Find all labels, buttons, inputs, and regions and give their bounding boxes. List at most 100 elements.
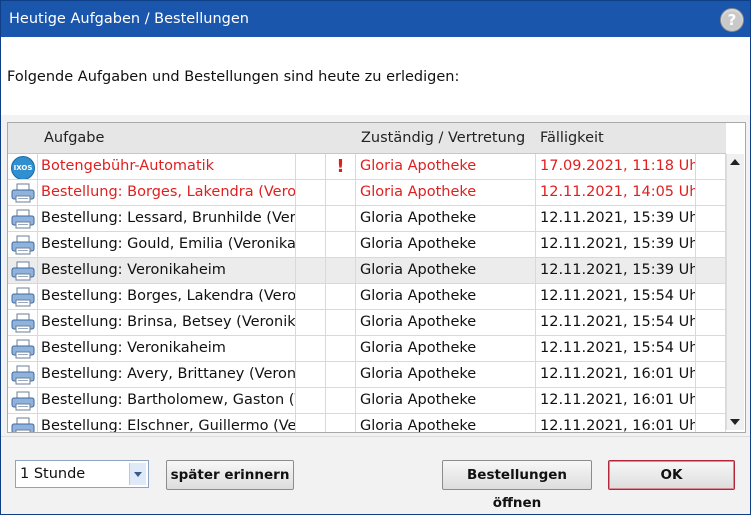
row-empty-cell xyxy=(296,232,326,257)
row-icon-cell xyxy=(8,310,38,335)
row-task: Bestellung: Avery, Brittaney (Veronikah xyxy=(38,362,296,387)
window-title: Heutige Aufgaben / Bestellungen xyxy=(9,11,249,27)
row-icon-cell xyxy=(8,258,38,283)
priority-flag-icon xyxy=(326,362,356,387)
priority-flag-icon xyxy=(326,388,356,413)
help-button[interactable]: ? xyxy=(720,8,744,32)
row-empty-cell xyxy=(296,258,326,283)
dialog-window: Heutige Aufgaben / Bestellungen ? Folgen… xyxy=(0,0,751,515)
row-due-date: 12.11.2021, 15:39 Uhr xyxy=(536,258,696,283)
row-due-date: 12.11.2021, 15:54 Uhr xyxy=(536,336,696,361)
row-icon-cell xyxy=(8,388,38,413)
row-empty-cell xyxy=(296,310,326,335)
row-empty-cell xyxy=(296,336,326,361)
table-row[interactable]: Bestellung: Veronikaheim Gloria Apotheke 1… xyxy=(8,336,726,362)
row-task: Bestellung: Elschner, Guillermo (Veron xyxy=(38,414,296,432)
footer-divider xyxy=(1,436,750,437)
row-due-date: 12.11.2021, 16:01 Uhr xyxy=(536,362,696,387)
chevron-down-icon[interactable] xyxy=(129,463,146,485)
column-header-responsible[interactable]: Zuständig / Vertretung xyxy=(361,130,525,146)
row-task: Bestellung: Brinsa, Betsey (Veronikahei xyxy=(38,310,296,335)
row-empty-cell xyxy=(296,388,326,413)
order-printer-icon xyxy=(11,287,35,307)
row-task: Bestellung: Borges, Lakendra (Veronika xyxy=(38,284,296,309)
row-responsible: Gloria Apotheke xyxy=(356,388,536,413)
table-row[interactable]: Bestellung: Avery, Brittaney (Veronikah G… xyxy=(8,362,726,388)
row-empty-cell xyxy=(696,388,726,413)
row-responsible: Gloria Apotheke xyxy=(356,284,536,309)
row-task: Bestellung: Veronikaheim xyxy=(38,258,296,283)
table-header: Aufgabe Zuständig / Vertretung Fälligkei… xyxy=(8,123,726,154)
ok-button[interactable]: OK xyxy=(608,460,735,490)
row-empty-cell xyxy=(696,336,726,361)
row-icon-cell: IXOS xyxy=(8,154,38,179)
row-empty-cell xyxy=(296,180,326,205)
order-printer-icon xyxy=(11,261,35,281)
table-row[interactable]: IXOS Botengebühr-Automatik! Gloria Apothek… xyxy=(8,154,726,180)
row-due-date: 12.11.2021, 15:54 Uhr xyxy=(536,310,696,335)
row-empty-cell xyxy=(696,180,726,205)
row-task: Bestellung: Bartholomew, Gaston (Vero xyxy=(38,388,296,413)
row-icon-cell xyxy=(8,336,38,361)
order-printer-icon xyxy=(11,365,35,385)
row-responsible: Gloria Apotheke xyxy=(356,362,536,387)
row-task: Bestellung: Lessard, Brunhilde (Veronik xyxy=(38,206,296,231)
row-empty-cell xyxy=(296,414,326,432)
table-row[interactable]: Bestellung: Lessard, Brunhilde (Veronik G… xyxy=(8,206,726,232)
table-row[interactable]: Bestellung: Elschner, Guillermo (Veron Gl… xyxy=(8,414,726,432)
order-printer-icon xyxy=(11,313,35,333)
row-responsible: Gloria Apotheke xyxy=(356,206,536,231)
row-icon-cell xyxy=(8,362,38,387)
row-due-date: 17.09.2021, 11:18 Uhr xyxy=(536,154,696,179)
scroll-up-arrow-icon[interactable] xyxy=(730,159,740,165)
row-icon-cell xyxy=(8,284,38,309)
table-row[interactable]: Bestellung: Bartholomew, Gaston (Vero Glo… xyxy=(8,388,726,414)
order-printer-icon xyxy=(11,339,35,359)
row-icon-cell xyxy=(8,206,38,231)
order-printer-icon xyxy=(11,209,35,229)
ixos-icon: IXOS xyxy=(11,156,35,179)
priority-flag-icon: ! xyxy=(326,154,356,179)
task-table: Aufgabe Zuständig / Vertretung Fälligkei… xyxy=(7,122,746,433)
row-responsible: Gloria Apotheke xyxy=(356,336,536,361)
table-row[interactable]: Bestellung: Borges, Lakendra (Veronika Gl… xyxy=(8,284,726,310)
row-due-date: 12.11.2021, 16:01 Uhr xyxy=(536,388,696,413)
table-row[interactable]: Bestellung: Brinsa, Betsey (Veronikahei G… xyxy=(8,310,726,336)
row-empty-cell xyxy=(696,206,726,231)
reminder-interval-select[interactable]: 1 Stunde xyxy=(15,460,149,488)
order-printer-icon xyxy=(11,235,35,255)
table-row[interactable]: Bestellung: Gould, Emilia (Veronikaheir G… xyxy=(8,232,726,258)
open-orders-button[interactable]: Bestellungen öffnen xyxy=(442,460,592,511)
row-empty-cell xyxy=(696,232,726,257)
order-printer-icon xyxy=(11,183,35,203)
priority-flag-icon xyxy=(326,232,356,257)
table-row[interactable]: Bestellung: Borges, Lakendra (Veronika Gl… xyxy=(8,180,726,206)
table-row[interactable]: Bestellung: Veronikaheim Gloria Apotheke 1… xyxy=(8,258,726,284)
row-icon-cell xyxy=(8,180,38,205)
row-empty-cell xyxy=(296,284,326,309)
row-due-date: 12.11.2021, 14:05 Uhr xyxy=(536,180,696,205)
row-task: Botengebühr-Automatik xyxy=(38,154,296,179)
row-empty-cell xyxy=(696,310,726,335)
priority-flag-icon xyxy=(326,258,356,283)
priority-flag-icon xyxy=(326,310,356,335)
remind-later-button[interactable]: später erinnern xyxy=(166,460,294,490)
title-bar[interactable]: Heutige Aufgaben / Bestellungen ? xyxy=(1,1,750,37)
row-empty-cell xyxy=(696,284,726,309)
reminder-interval-value: 1 Stunde xyxy=(20,466,86,482)
row-icon-cell xyxy=(8,414,38,432)
priority-flag-icon xyxy=(326,336,356,361)
row-empty-cell xyxy=(696,258,726,283)
column-header-due[interactable]: Fälligkeit xyxy=(540,130,604,146)
priority-flag-icon xyxy=(326,414,356,432)
scroll-down-arrow-icon[interactable] xyxy=(730,419,740,425)
priority-flag-icon xyxy=(326,180,356,205)
column-header-task[interactable]: Aufgabe xyxy=(44,130,104,146)
row-empty-cell xyxy=(296,154,326,179)
row-empty-cell xyxy=(296,206,326,231)
table-body: IXOS Botengebühr-Automatik! Gloria Apothek… xyxy=(8,154,726,432)
row-due-date: 12.11.2021, 15:54 Uhr xyxy=(536,284,696,309)
order-printer-icon xyxy=(11,417,35,432)
row-responsible: Gloria Apotheke xyxy=(356,414,536,432)
vertical-scrollbar[interactable] xyxy=(726,154,744,430)
